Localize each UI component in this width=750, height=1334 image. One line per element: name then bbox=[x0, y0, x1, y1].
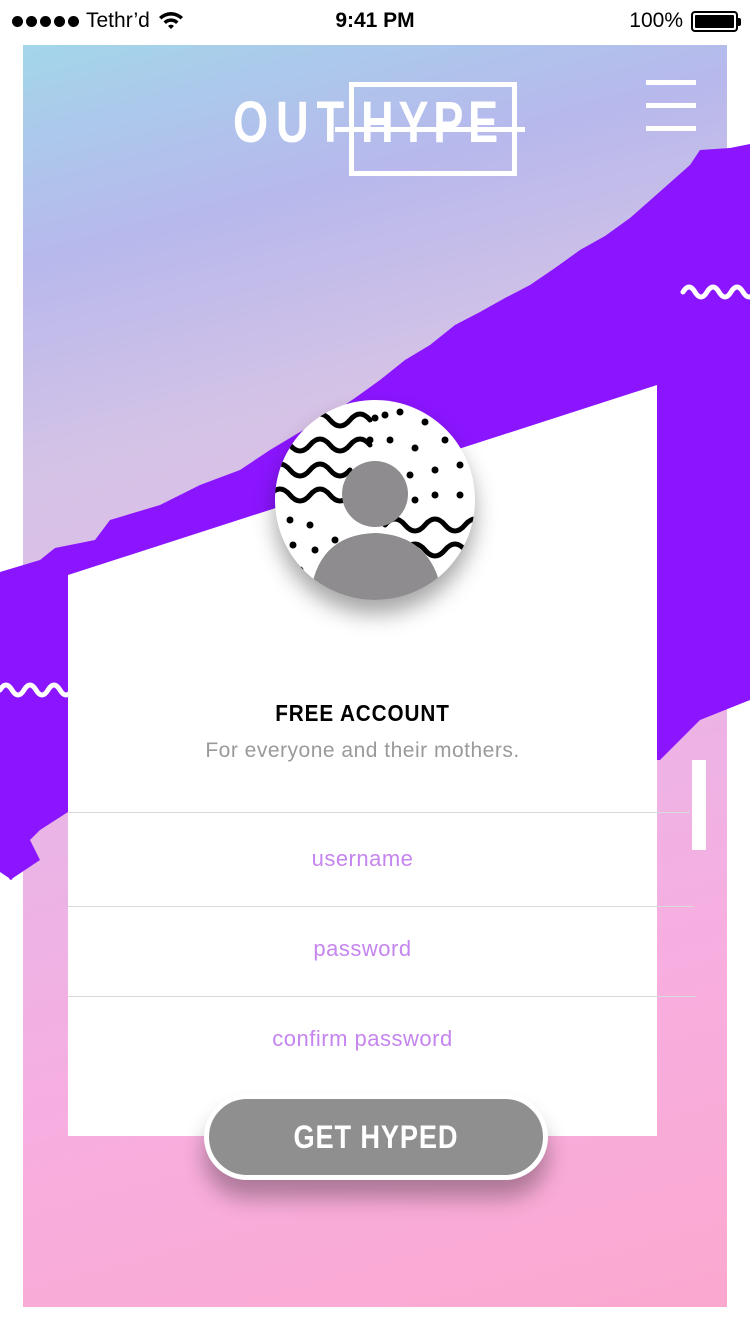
divider-middle bbox=[68, 906, 694, 907]
side-scroll-indicator bbox=[692, 760, 706, 850]
get-hyped-label: GET HYPED bbox=[293, 1118, 459, 1155]
status-right: 100% bbox=[629, 9, 741, 33]
menu-line-middle bbox=[646, 103, 696, 108]
avatar-pattern bbox=[275, 408, 475, 600]
confirm-password-field[interactable] bbox=[68, 1014, 657, 1064]
divider-bottom bbox=[68, 996, 696, 997]
password-field[interactable] bbox=[68, 924, 657, 974]
get-hyped-button[interactable]: GET HYPED bbox=[204, 1094, 548, 1180]
plan-subtitle: For everyone and their mothers. bbox=[205, 739, 520, 762]
avatar-body bbox=[310, 533, 443, 600]
outhype-logo[interactable]: OUT HYPE bbox=[233, 80, 533, 180]
side-tagline: HAVE FUN BE BE SAFE bbox=[632, 576, 647, 740]
status-bar: Tethr’d 9:41 PM 100% bbox=[0, 0, 750, 42]
logo-text-out: OUT bbox=[233, 90, 352, 155]
avatar-placeholder[interactable] bbox=[275, 400, 475, 600]
menu-line-bottom bbox=[646, 126, 696, 131]
hamburger-menu-icon[interactable] bbox=[646, 78, 696, 134]
plan-title: FREE ACCOUNT bbox=[275, 700, 450, 726]
menu-line-top bbox=[646, 80, 696, 85]
avatar-head bbox=[342, 461, 408, 527]
divider-top bbox=[68, 812, 690, 813]
battery-icon bbox=[691, 10, 741, 32]
username-field[interactable] bbox=[68, 834, 657, 884]
battery-percent: 100% bbox=[629, 9, 683, 32]
logo-text-hype: HYPE bbox=[361, 90, 503, 155]
